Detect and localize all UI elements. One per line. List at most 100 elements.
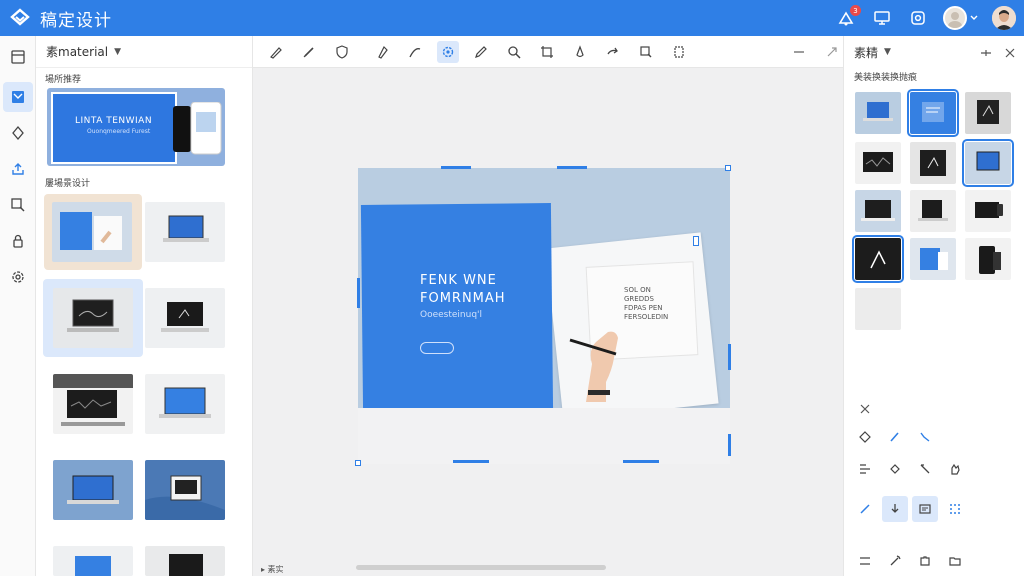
- notification-bell-icon[interactable]: 3: [835, 5, 861, 29]
- selection-edge-bottom[interactable]: [453, 460, 489, 463]
- asset-thumb[interactable]: [910, 190, 956, 232]
- resize-handle[interactable]: [693, 236, 699, 246]
- chevron-down-icon[interactable]: [970, 15, 978, 21]
- selection-edge-right[interactable]: [728, 344, 731, 370]
- thumbnail-6[interactable]: [145, 374, 225, 434]
- resize-handle[interactable]: [355, 460, 361, 466]
- expand-icon[interactable]: [821, 41, 843, 63]
- asset-thumb-selected[interactable]: [852, 235, 904, 283]
- booklet-line: SOL ON: [624, 286, 651, 294]
- layers-icon[interactable]: [668, 41, 690, 63]
- eyedropper-icon[interactable]: [852, 496, 878, 522]
- selection-edge-left[interactable]: [357, 278, 360, 308]
- crop-icon[interactable]: [536, 41, 558, 63]
- asset-thumb[interactable]: [965, 238, 1011, 280]
- cover-pill-button: [420, 342, 454, 354]
- selection-edge-bottom[interactable]: [623, 460, 659, 463]
- pin-icon[interactable]: [980, 47, 992, 59]
- asset-thumb[interactable]: [910, 238, 956, 280]
- caret-down-icon[interactable]: ▼: [114, 47, 121, 57]
- puzzle-icon[interactable]: [912, 548, 938, 574]
- settings-icon[interactable]: [3, 262, 33, 292]
- search-image-icon[interactable]: [3, 190, 33, 220]
- magic-wand-icon[interactable]: [912, 456, 938, 482]
- settings-gear-icon[interactable]: [907, 7, 929, 29]
- zoom-search-icon[interactable]: [503, 41, 525, 63]
- phone-mockup-image: [173, 102, 222, 155]
- brush-tool-icon[interactable]: [882, 424, 908, 450]
- lasso-icon[interactable]: [912, 424, 938, 450]
- app-logo-icon[interactable]: [10, 8, 30, 28]
- align-icon[interactable]: [852, 456, 878, 482]
- redo-arrow-icon[interactable]: [602, 41, 624, 63]
- asset-thumb[interactable]: [965, 190, 1011, 232]
- left-rail: [0, 36, 36, 576]
- grid-dots-icon[interactable]: [942, 496, 968, 522]
- artboard[interactable]: SOL ON GREDDS FDPAS PEN FERSOLEDIN FENK …: [358, 168, 730, 464]
- stamp-icon[interactable]: [371, 41, 393, 63]
- resize-handle[interactable]: [725, 165, 731, 171]
- asset-thumb[interactable]: [855, 92, 901, 134]
- canvas-horizontal-scrollbar[interactable]: [356, 565, 606, 570]
- hand-icon[interactable]: [942, 456, 968, 482]
- download-icon[interactable]: [882, 496, 908, 522]
- template-panel: 素material ▼ 場所推荐 LINTA TENWIAN Ouonqmeer…: [36, 36, 285, 576]
- asset-thumb[interactable]: [855, 190, 901, 232]
- selection-edge-top[interactable]: [557, 166, 587, 169]
- fill-icon[interactable]: [569, 41, 591, 63]
- minimize-icon[interactable]: [788, 41, 810, 63]
- text-tool-icon[interactable]: [852, 396, 878, 422]
- asset-thumb-selected[interactable]: [962, 139, 1014, 187]
- monitor-icon[interactable]: [871, 7, 893, 29]
- assets-panel-header[interactable]: 素精 ▼: [844, 36, 1024, 68]
- cover-title-line1: FENK WNE: [420, 273, 497, 288]
- selection-edge-top[interactable]: [441, 166, 471, 169]
- thumbnail-1[interactable]: [52, 202, 132, 262]
- thumbnail-5[interactable]: [53, 374, 133, 434]
- menu-lines-icon[interactable]: [852, 548, 878, 574]
- asset-thumb[interactable]: [910, 142, 956, 184]
- asset-thumb[interactable]: [855, 142, 901, 184]
- close-icon[interactable]: [1004, 47, 1016, 59]
- thumbnail-10[interactable]: [145, 546, 225, 576]
- asset-thumb[interactable]: [965, 92, 1011, 134]
- adjust-gear-icon[interactable]: [437, 40, 459, 63]
- folder-icon[interactable]: [942, 548, 968, 574]
- layout-icon[interactable]: [3, 42, 33, 72]
- frame-icon[interactable]: [912, 496, 938, 522]
- template-panel-header[interactable]: 素material ▼: [36, 36, 252, 68]
- thumbnail-7[interactable]: [53, 460, 133, 520]
- thumbnail-8[interactable]: [145, 460, 225, 520]
- assets-panel: 素精 ▼ 美装换装换抛痕: [843, 36, 1024, 576]
- hand-holding-pen-image: [569, 331, 618, 402]
- asset-thumb-selected[interactable]: [907, 89, 959, 137]
- design-canvas[interactable]: SOL ON GREDDS FDPAS PEN FERSOLEDIN FENK …: [253, 68, 843, 576]
- pen-icon[interactable]: [298, 41, 320, 63]
- thumbnail-9[interactable]: [53, 546, 133, 576]
- section-label-recommended: 場所推荐: [45, 75, 82, 85]
- paint-bucket-icon[interactable]: [882, 456, 908, 482]
- shield-icon[interactable]: [331, 41, 353, 63]
- thumbnail-3[interactable]: [53, 288, 133, 348]
- path-icon[interactable]: [404, 41, 426, 63]
- lock-icon[interactable]: [3, 226, 33, 256]
- blue-cover-card[interactable]: [360, 203, 554, 415]
- image-search-icon[interactable]: [635, 41, 657, 63]
- element-icon[interactable]: [3, 118, 33, 148]
- selection-edge-right[interactable]: [728, 434, 731, 456]
- caret-down-icon[interactable]: ▼: [884, 47, 891, 57]
- template-icon[interactable]: [3, 82, 33, 112]
- thumbnail-2[interactable]: [145, 202, 225, 262]
- canvas-bottom-label[interactable]: ▸ 素实: [261, 564, 284, 575]
- sparkle-icon[interactable]: [882, 548, 908, 574]
- profile-photo[interactable]: [992, 6, 1016, 30]
- user-avatar[interactable]: [943, 6, 967, 30]
- vector-icon[interactable]: [852, 424, 878, 450]
- featured-template[interactable]: LINTA TENWIAN Ouonqmeered Furest: [47, 88, 225, 166]
- pencil-icon[interactable]: [470, 41, 492, 63]
- thumbnail-4[interactable]: [145, 288, 225, 348]
- account-menu[interactable]: [943, 6, 978, 30]
- upload-icon[interactable]: [3, 154, 33, 184]
- asset-thumb-empty[interactable]: [855, 288, 901, 330]
- brush-icon[interactable]: [265, 41, 287, 63]
